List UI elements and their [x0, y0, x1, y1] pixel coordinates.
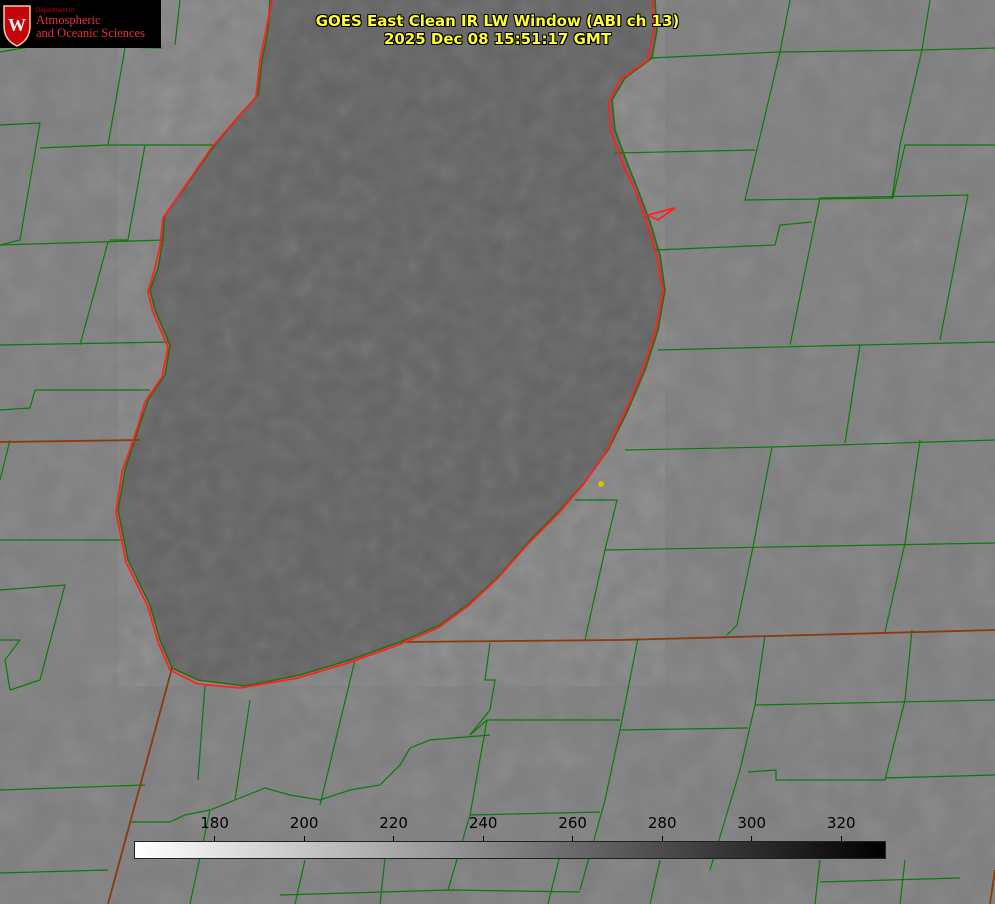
colorbar-tick-mark	[214, 836, 216, 841]
colorbar-tick-mark	[840, 836, 842, 841]
colorbar-tick-label: 240	[468, 814, 498, 832]
colorbar-tick-label: 260	[558, 814, 587, 832]
colorbar-tick-label: 280	[647, 814, 677, 832]
colorbar-tick-label: 220	[379, 814, 408, 832]
crest-letter: W	[8, 15, 26, 35]
location-marker	[598, 481, 604, 487]
map-canvas	[0, 0, 995, 904]
logo-line-2: and Oceanic Sciences	[36, 26, 145, 40]
colorbar	[134, 841, 886, 859]
satellite-map-view[interactable]: W Department of Atmospheric and Oceanic …	[0, 0, 995, 904]
university-crest-icon: W	[3, 5, 31, 47]
aos-logo: W Department of Atmospheric and Oceanic …	[0, 0, 161, 48]
colorbar-tick-label: 320	[826, 814, 856, 832]
colorbar-tick-mark	[303, 836, 305, 841]
colorbar-tick-label: 300	[737, 814, 767, 832]
colorbar-tick-label: 180	[200, 814, 229, 832]
colorbar-tick-label: 200	[289, 814, 319, 832]
colorbar-tick-mark	[572, 836, 574, 841]
colorbar-tick-mark	[751, 836, 753, 841]
colorbar-tick-mark	[482, 836, 484, 841]
colorbar-tick-mark	[661, 836, 663, 841]
colorbar-tick-mark	[393, 836, 395, 841]
